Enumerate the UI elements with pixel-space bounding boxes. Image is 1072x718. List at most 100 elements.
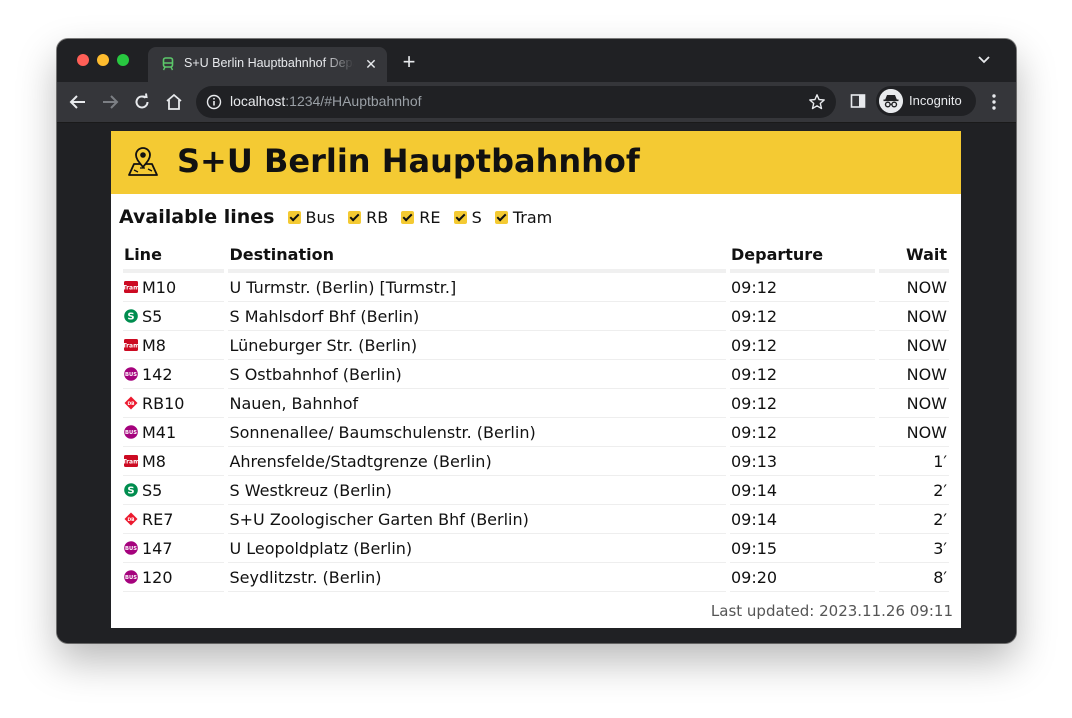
- side-panel-icon[interactable]: [850, 93, 866, 109]
- svg-text:BUS: BUS: [125, 575, 137, 581]
- reload-icon[interactable]: [132, 92, 152, 112]
- svg-text:DB: DB: [128, 516, 136, 522]
- line-cell: Tram M8: [123, 331, 225, 360]
- line-cell: BUS 142: [123, 360, 225, 389]
- forward-arrow-icon[interactable]: [100, 92, 120, 112]
- line-cell: S S5: [123, 302, 225, 331]
- line-name: M41: [142, 422, 177, 442]
- line-cell: Tram M10: [123, 273, 225, 302]
- bus-icon: BUS: [124, 366, 138, 381]
- home-icon[interactable]: [164, 92, 184, 112]
- s-bahn-icon: S: [124, 482, 138, 497]
- line-cell: BUS 120: [123, 563, 225, 592]
- destination-cell: S Westkreuz (Berlin): [228, 476, 726, 505]
- page-title: S+U Berlin Hauptbahnhof: [177, 142, 640, 180]
- checkbox-s[interactable]: [453, 210, 467, 224]
- table-row: BUS 120 Seydlitzstr. (Berlin) 09:20 8′: [123, 563, 949, 592]
- checkbox-re[interactable]: [401, 210, 415, 224]
- incognito-label: Incognito: [909, 93, 962, 108]
- departure-cell: 09:20: [729, 563, 876, 592]
- departure-cell: 09:12: [729, 360, 876, 389]
- svg-text:S: S: [127, 311, 134, 322]
- station-header: S+U Berlin Hauptbahnhof: [111, 131, 961, 194]
- line-name: S5: [142, 480, 163, 500]
- table-row: Tram M8 Ahrensfelde/Stadtgrenze (Berlin) 09…: [123, 447, 949, 476]
- checkbox-bus[interactable]: [287, 210, 301, 224]
- wait-cell: 3′: [879, 534, 949, 563]
- filters-heading: Available lines: [119, 206, 275, 228]
- window-minimize-button[interactable]: [97, 54, 109, 66]
- departures-table: Line Destination Departure Wait Tram M10 U…: [119, 239, 953, 592]
- destination-cell: Nauen, Bahnhof: [228, 389, 726, 418]
- line-name: M8: [142, 451, 166, 471]
- svg-text:Tram: Tram: [124, 284, 138, 291]
- checkbox-rb[interactable]: [348, 210, 362, 224]
- departure-cell: 09:13: [729, 447, 876, 476]
- filter-rb[interactable]: RB: [348, 208, 388, 227]
- destination-cell: S Mahlsdorf Bhf (Berlin): [228, 302, 726, 331]
- table-row: BUS 147 U Leopoldplatz (Berlin) 09:15 3′: [123, 534, 949, 563]
- table-row: BUS M41 Sonnenallee/ Baumschulenstr. (Berl…: [123, 418, 949, 447]
- destination-cell: S+U Zoologischer Garten Bhf (Berlin): [228, 505, 726, 534]
- table-row: DB RB10 Nauen, Bahnhof 09:12 NOW: [123, 389, 949, 418]
- tram-icon: Tram: [123, 337, 139, 351]
- tab-close-icon[interactable]: ✕: [362, 55, 380, 73]
- back-arrow-icon[interactable]: [68, 92, 88, 112]
- header-departure: Departure: [729, 239, 876, 273]
- window-maximize-button[interactable]: [117, 54, 129, 66]
- browser-toolbar: localhost:1234/#HAuptbahnhof Incognito: [57, 82, 1016, 123]
- destination-cell: Seydlitzstr. (Berlin): [228, 563, 726, 592]
- window-close-button[interactable]: [77, 54, 89, 66]
- line-name: 120: [142, 567, 173, 587]
- checkbox-tram[interactable]: [494, 210, 508, 224]
- departure-cell: 09:14: [729, 476, 876, 505]
- filter-re[interactable]: RE: [401, 207, 441, 227]
- line-filters: Available lines Bus RB RE S Tram: [119, 206, 552, 232]
- filter-tram[interactable]: Tram: [494, 207, 553, 227]
- wait-cell: NOW: [879, 302, 949, 331]
- wait-cell: 1′: [879, 447, 949, 476]
- departure-cell: 09:12: [729, 418, 876, 447]
- destination-cell: U Turmstr. (Berlin) [Turmstr.]: [228, 273, 726, 302]
- line-name: M8: [142, 335, 166, 355]
- header-wait: Wait: [879, 239, 949, 273]
- departure-cell: 09:12: [729, 302, 876, 331]
- filter-bus[interactable]: Bus: [287, 208, 335, 227]
- departures-body: Tram M10 U Turmstr. (Berlin) [Turmstr.] 09:…: [123, 273, 949, 592]
- browser-menu-icon[interactable]: [991, 93, 997, 111]
- incognito-icon: [879, 89, 903, 113]
- wait-cell: 8′: [879, 563, 949, 592]
- bookmark-star-icon[interactable]: [808, 93, 826, 111]
- regional-train-icon: DB: [124, 511, 138, 525]
- site-info-icon[interactable]: [206, 94, 222, 110]
- line-name: RE7: [142, 509, 174, 529]
- filter-label: RE: [419, 207, 441, 227]
- new-tab-button[interactable]: +: [398, 51, 420, 73]
- svg-text:Tram: Tram: [124, 458, 138, 465]
- line-cell: DB RE7: [123, 505, 225, 534]
- tab-search-chevron-icon[interactable]: [977, 55, 991, 65]
- wait-cell: NOW: [879, 418, 949, 447]
- line-cell: BUS M41: [123, 418, 225, 447]
- table-row: S S5 S Westkreuz (Berlin) 09:14 2′: [123, 476, 949, 505]
- wait-cell: 2′: [879, 476, 949, 505]
- departure-cell: 09:14: [729, 505, 876, 534]
- url-path: :1234/#HAuptbahnhof: [285, 93, 422, 109]
- page-viewport: S+U Berlin Hauptbahnhof Available lines …: [57, 123, 1016, 643]
- line-name: 147: [142, 538, 173, 558]
- line-cell: S S5: [123, 476, 225, 505]
- address-bar[interactable]: localhost:1234/#HAuptbahnhof: [196, 86, 836, 118]
- table-row: BUS 142 S Ostbahnhof (Berlin) 09:12 NOW: [123, 360, 949, 389]
- departure-board: S+U Berlin Hauptbahnhof Available lines …: [111, 131, 961, 628]
- filter-s[interactable]: S: [453, 208, 482, 227]
- url-text: localhost:1234/#HAuptbahnhof: [230, 93, 422, 109]
- line-name: RB10: [142, 393, 185, 413]
- filter-label: Tram: [512, 207, 553, 227]
- svg-text:BUS: BUS: [125, 430, 137, 436]
- header-line: Line: [123, 239, 225, 273]
- browser-tab[interactable]: S+U Berlin Hauptbahnhof Departures ✕: [148, 47, 387, 82]
- incognito-profile-button[interactable]: Incognito: [876, 86, 976, 116]
- svg-text:BUS: BUS: [125, 372, 137, 378]
- bus-icon: BUS: [124, 540, 138, 555]
- destination-cell: Sonnenallee/ Baumschulenstr. (Berlin): [228, 418, 726, 447]
